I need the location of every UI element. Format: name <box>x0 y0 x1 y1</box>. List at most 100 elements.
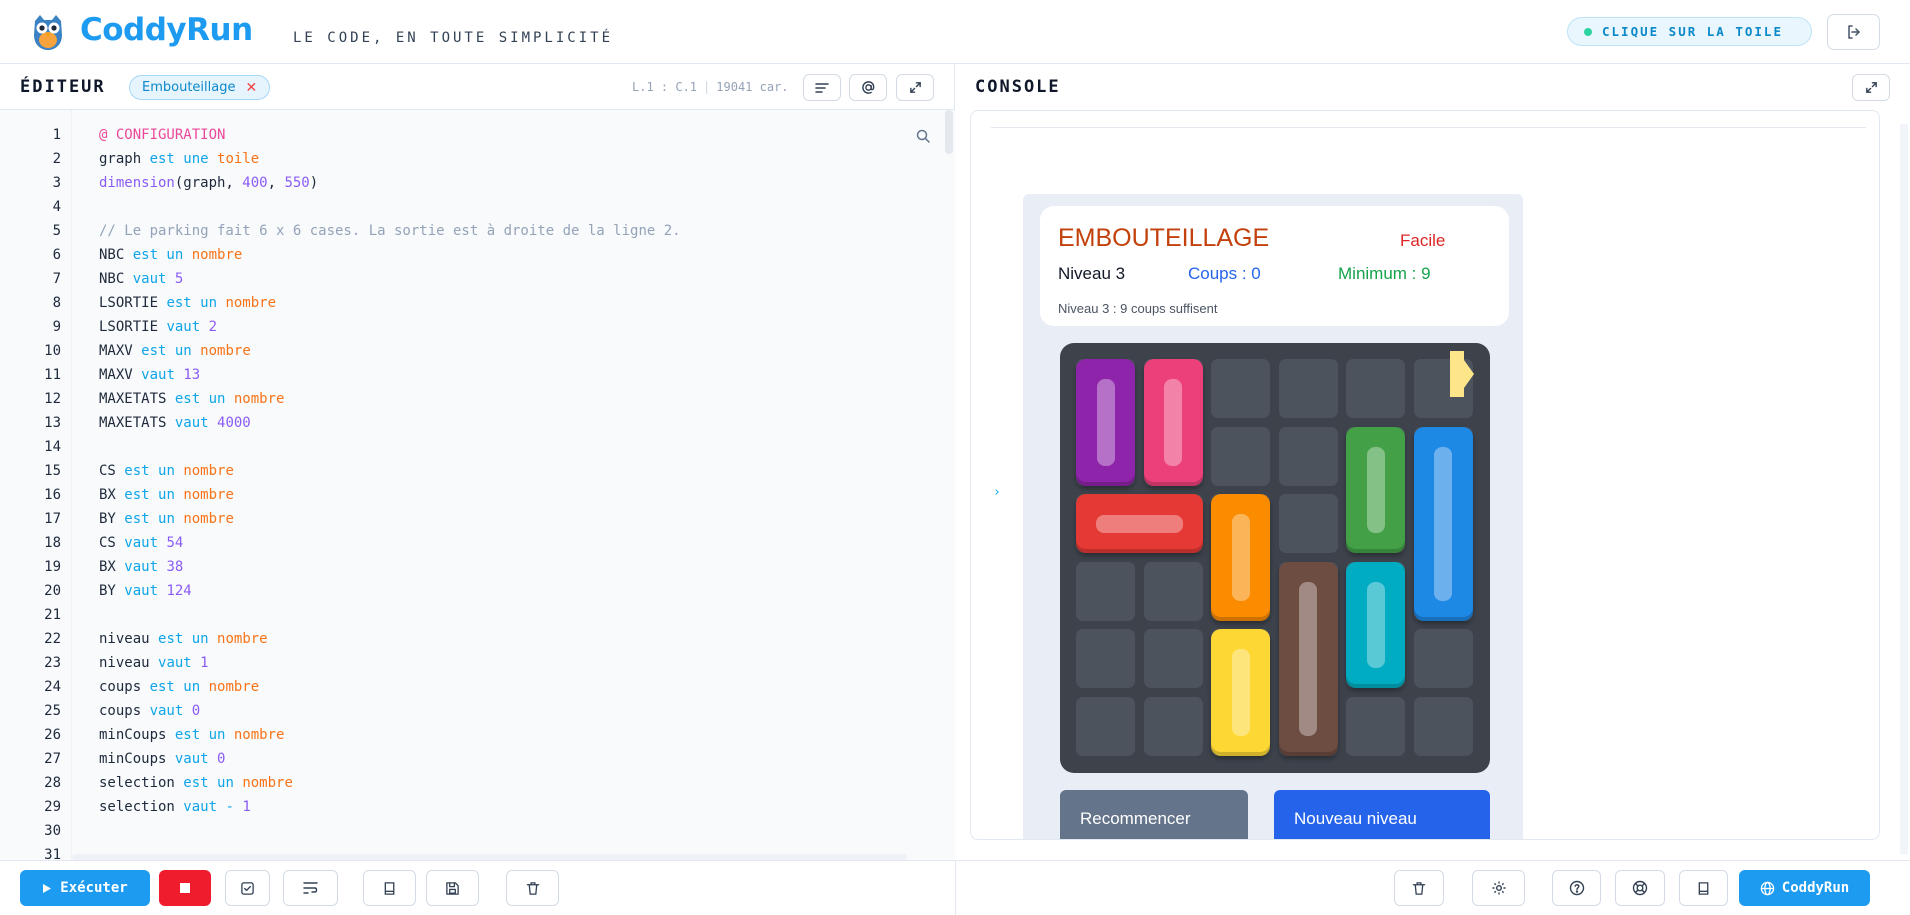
run-button[interactable]: Exécuter <box>20 870 150 906</box>
mention-button[interactable] <box>849 74 887 101</box>
code-line: dimension(graph, 400, 550) <box>99 175 318 191</box>
app-header: CoddyRun LE CODE, EN TOUTE SIMPLICITÉ CL… <box>0 0 1910 64</box>
board-cell[interactable] <box>1143 696 1203 756</box>
board-cell[interactable] <box>1143 629 1203 688</box>
char-count: 19041 car. <box>716 80 789 94</box>
code-line: LSORTIE est un nombre <box>99 295 276 311</box>
trash-icon <box>526 881 539 895</box>
board-cell[interactable] <box>1346 359 1405 418</box>
vehicle[interactable] <box>1076 359 1135 486</box>
clear-editor-button[interactable] <box>506 870 559 906</box>
vehicle[interactable] <box>1413 426 1473 621</box>
line-number: 31 <box>44 847 61 860</box>
close-file-icon[interactable]: ✕ <box>245 80 257 96</box>
code-token: est un <box>183 775 243 791</box>
stop-button[interactable] <box>159 870 211 906</box>
vehicle[interactable] <box>1346 561 1405 688</box>
code-token: est un <box>158 631 218 647</box>
guide-button[interactable] <box>1679 870 1728 906</box>
code-token: est un <box>124 487 184 503</box>
board-cell[interactable] <box>1278 359 1338 418</box>
parking-board[interactable] <box>1060 343 1490 773</box>
code-token: 0 <box>191 703 201 719</box>
coddyrun-site-button[interactable]: CoddyRun <box>1739 870 1870 906</box>
docs-button[interactable] <box>363 870 416 906</box>
code-line: minCoups est un nombre <box>99 727 284 743</box>
wrap-lines-button[interactable] <box>283 870 338 906</box>
expand-console-button[interactable] <box>1852 74 1890 101</box>
restart-button[interactable]: Recommencer <box>1060 790 1248 839</box>
board-cell[interactable] <box>1211 426 1270 486</box>
console-scrollbar[interactable] <box>1900 124 1908 854</box>
vehicle[interactable] <box>1211 494 1270 621</box>
code-token: est un <box>132 247 192 263</box>
board-cell[interactable] <box>1143 561 1203 621</box>
vehicle[interactable] <box>1278 561 1338 756</box>
board-cell[interactable] <box>1346 696 1405 756</box>
editor-vertical-scrollbar[interactable] <box>945 110 953 154</box>
code-token: vaut <box>174 751 218 767</box>
trash-icon <box>1412 881 1426 895</box>
code-token: minCoups <box>99 751 175 767</box>
globe-icon <box>1760 881 1775 895</box>
line-number: 6 <box>52 247 61 263</box>
code-editor[interactable]: @ CONFIGURATION graph est une toile dimens… <box>72 110 955 860</box>
stop-icon <box>180 883 190 893</box>
code-token: MAXETATS <box>99 391 175 407</box>
expand-editor-button[interactable] <box>896 74 934 101</box>
code-token: vaut - <box>183 799 243 815</box>
board-cell[interactable] <box>1076 561 1135 621</box>
board-cell[interactable] <box>1413 696 1473 756</box>
check-button[interactable] <box>225 870 270 906</box>
book-icon <box>384 881 394 895</box>
code-token: minCoups <box>99 727 175 743</box>
code-token: est un <box>124 463 184 479</box>
vehicle[interactable] <box>1211 629 1270 756</box>
gear-icon <box>1492 881 1505 895</box>
board-cell[interactable] <box>1278 426 1338 486</box>
code-token: vaut <box>132 271 175 287</box>
code-token: 2 <box>208 319 218 335</box>
code-line: selection est un nombre <box>99 775 293 791</box>
console-title: CONSOLE <box>975 77 1061 97</box>
file-tab[interactable]: Embouteillage ✕ <box>129 75 271 100</box>
save-button[interactable] <box>426 870 479 906</box>
cursor-position: L.1 : C.1 <box>632 80 698 94</box>
help-button[interactable] <box>1552 870 1601 906</box>
settings-button[interactable] <box>1472 870 1525 906</box>
code-line: MAXETATS est un nombre <box>99 391 284 407</box>
brand-name: CoddyRun <box>80 12 253 48</box>
code-line: niveau est un nombre <box>99 631 268 647</box>
code-token: LSORTIE <box>99 295 167 311</box>
board-cell[interactable] <box>1413 629 1473 688</box>
board-cell[interactable] <box>1076 696 1135 756</box>
code-line: coups vaut 0 <box>99 703 200 719</box>
board-cell[interactable] <box>1211 359 1270 418</box>
canvas-hint-badge: CLIQUE SUR LA TOILE <box>1567 17 1812 46</box>
game-title: EMBOUTEILLAGE <box>1058 224 1270 252</box>
support-button[interactable] <box>1615 870 1665 906</box>
game-canvas[interactable]: EMBOUTEILLAGE Facile Niveau 3 Coups : 0 … <box>1023 194 1523 839</box>
search-icon[interactable] <box>915 128 931 144</box>
code-token: selection <box>99 799 184 815</box>
cursor-info: L.1 : C.1 | 19041 car. <box>632 80 789 94</box>
logout-button[interactable] <box>1827 14 1880 50</box>
vehicle[interactable] <box>1346 426 1405 553</box>
code-token: niveau <box>99 631 159 647</box>
console-header: CONSOLE <box>955 64 1910 110</box>
code-token: nombre <box>225 295 277 311</box>
code-line: BY vaut 124 <box>99 583 192 599</box>
code-line: CS est un nombre <box>99 463 234 479</box>
vehicle-highlight <box>1096 379 1115 466</box>
vehicle[interactable] <box>1076 494 1203 553</box>
vehicle[interactable] <box>1143 359 1203 486</box>
help-circle-icon <box>1569 880 1584 896</box>
code-token: est un <box>166 295 226 311</box>
line-number: 23 <box>44 655 61 671</box>
new-level-button[interactable]: Nouveau niveau <box>1274 790 1490 839</box>
clear-console-button[interactable] <box>1394 870 1444 906</box>
board-cell[interactable] <box>1076 629 1135 688</box>
format-code-button[interactable] <box>803 74 841 101</box>
bottom-toolbar: Exécuter CoddyRun <box>0 860 1910 915</box>
board-cell[interactable] <box>1278 494 1338 553</box>
